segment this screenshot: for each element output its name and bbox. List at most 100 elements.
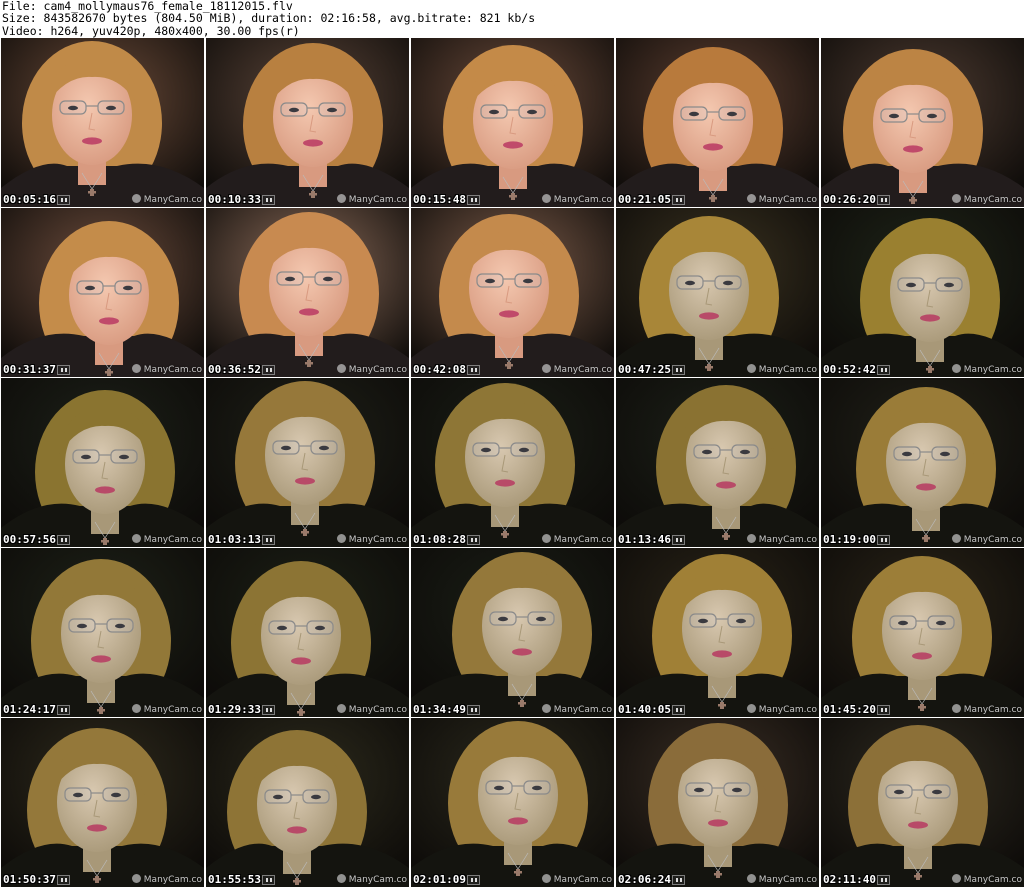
pause-icon <box>877 535 890 545</box>
frame-timestamp: 01:29:33 <box>208 703 261 716</box>
webcam-frame-image <box>411 208 614 377</box>
watermark-text: ManyCam.co <box>758 195 817 205</box>
manycam-watermark: ManyCam.co <box>951 194 1022 205</box>
pause-icon <box>672 705 685 715</box>
file-size-line: Size: 843582670 bytes (804.50 MiB), dura… <box>2 11 536 26</box>
frame-timestamp: 01:03:13 <box>208 533 261 546</box>
manycam-watermark: ManyCam.co <box>541 194 612 205</box>
manycam-logo-icon <box>951 874 961 883</box>
webcam-frame-image <box>616 718 819 887</box>
frame-timestamp: 01:34:49 <box>413 703 466 716</box>
manycam-logo-icon <box>746 534 756 543</box>
manycam-logo-icon <box>951 364 961 373</box>
thumbnail-grid: 00:05:16 ManyCam.co 00:10:33 ManyCam.co 00:1… <box>1 38 1024 887</box>
manycam-logo-icon <box>746 874 756 883</box>
video-frame-thumbnail: 00:10:33 ManyCam.co <box>206 38 409 207</box>
video-frame-thumbnail: 00:21:05 ManyCam.co <box>616 38 819 207</box>
manycam-watermark: ManyCam.co <box>746 194 817 205</box>
webcam-frame-image <box>411 718 614 887</box>
pause-icon <box>672 875 685 885</box>
manycam-watermark: ManyCam.co <box>746 364 817 375</box>
frame-timestamp: 01:13:46 <box>618 533 671 546</box>
manycam-logo-icon <box>131 534 141 543</box>
webcam-frame-image <box>1 378 204 547</box>
manycam-logo-icon <box>746 704 756 713</box>
watermark-text: ManyCam.co <box>553 875 612 885</box>
webcam-frame-image <box>821 38 1024 207</box>
watermark-text: ManyCam.co <box>553 535 612 545</box>
pause-icon <box>57 705 70 715</box>
video-frame-thumbnail: 01:03:13 ManyCam.co <box>206 378 409 547</box>
video-frame-thumbnail: 01:19:00 ManyCam.co <box>821 378 1024 547</box>
video-frame-thumbnail: 00:05:16 ManyCam.co <box>1 38 204 207</box>
frame-timestamp: 00:57:56 <box>3 533 56 546</box>
pause-icon <box>877 875 890 885</box>
manycam-logo-icon <box>336 874 346 883</box>
pause-icon <box>467 535 480 545</box>
manycam-watermark: ManyCam.co <box>541 534 612 545</box>
webcam-frame-image <box>1 208 204 377</box>
manycam-logo-icon <box>541 704 551 713</box>
manycam-watermark: ManyCam.co <box>336 534 407 545</box>
frame-timestamp: 00:05:16 <box>3 193 56 206</box>
frame-timestamp: 01:24:17 <box>3 703 56 716</box>
frame-timestamp: 01:45:20 <box>823 703 876 716</box>
manycam-logo-icon <box>336 534 346 543</box>
manycam-watermark: ManyCam.co <box>746 534 817 545</box>
video-frame-thumbnail: 01:34:49 ManyCam.co <box>411 548 614 717</box>
frame-timestamp: 00:52:42 <box>823 363 876 376</box>
webcam-frame-image <box>206 208 409 377</box>
manycam-logo-icon <box>336 194 346 203</box>
manycam-watermark: ManyCam.co <box>336 364 407 375</box>
manycam-watermark: ManyCam.co <box>746 874 817 885</box>
pause-icon <box>467 365 480 375</box>
manycam-watermark: ManyCam.co <box>131 874 202 885</box>
webcam-frame-image <box>411 378 614 547</box>
manycam-logo-icon <box>131 364 141 373</box>
watermark-text: ManyCam.co <box>963 195 1022 205</box>
file-info-header: File: cam4_mollymaus76_female_18112015.f… <box>2 0 1022 38</box>
video-frame-thumbnail: 00:42:08 ManyCam.co <box>411 208 614 377</box>
manycam-watermark: ManyCam.co <box>541 874 612 885</box>
manycam-logo-icon <box>746 364 756 373</box>
pause-icon <box>262 365 275 375</box>
manycam-watermark: ManyCam.co <box>131 704 202 715</box>
pause-icon <box>262 535 275 545</box>
webcam-frame-image <box>821 208 1024 377</box>
video-frame-thumbnail: 00:26:20 ManyCam.co <box>821 38 1024 207</box>
manycam-watermark: ManyCam.co <box>951 704 1022 715</box>
pause-icon <box>467 705 480 715</box>
webcam-frame-image <box>1 38 204 207</box>
pause-icon <box>672 365 685 375</box>
manycam-logo-icon <box>336 364 346 373</box>
webcam-frame-image <box>616 208 819 377</box>
watermark-text: ManyCam.co <box>553 365 612 375</box>
webcam-frame-image <box>411 548 614 717</box>
pause-icon <box>57 535 70 545</box>
watermark-text: ManyCam.co <box>758 365 817 375</box>
video-frame-thumbnail: 00:15:48 ManyCam.co <box>411 38 614 207</box>
frame-timestamp: 00:36:52 <box>208 363 261 376</box>
watermark-text: ManyCam.co <box>348 365 407 375</box>
frame-timestamp: 00:10:33 <box>208 193 261 206</box>
watermark-text: ManyCam.co <box>348 535 407 545</box>
video-frame-thumbnail: 01:55:53 ManyCam.co <box>206 718 409 887</box>
video-frame-thumbnail: 02:06:24 ManyCam.co <box>616 718 819 887</box>
watermark-text: ManyCam.co <box>963 535 1022 545</box>
manycam-watermark: ManyCam.co <box>541 364 612 375</box>
pause-icon <box>672 535 685 545</box>
video-frame-thumbnail: 00:36:52 ManyCam.co <box>206 208 409 377</box>
frame-timestamp: 01:08:28 <box>413 533 466 546</box>
webcam-frame-image <box>616 38 819 207</box>
pause-icon <box>877 705 890 715</box>
frame-timestamp: 02:11:40 <box>823 873 876 886</box>
webcam-frame-image <box>1 548 204 717</box>
manycam-logo-icon <box>541 534 551 543</box>
watermark-text: ManyCam.co <box>143 365 202 375</box>
video-frame-thumbnail: 01:24:17 ManyCam.co <box>1 548 204 717</box>
manycam-watermark: ManyCam.co <box>951 364 1022 375</box>
pause-icon <box>57 875 70 885</box>
webcam-frame-image <box>821 718 1024 887</box>
watermark-text: ManyCam.co <box>143 875 202 885</box>
watermark-text: ManyCam.co <box>348 875 407 885</box>
